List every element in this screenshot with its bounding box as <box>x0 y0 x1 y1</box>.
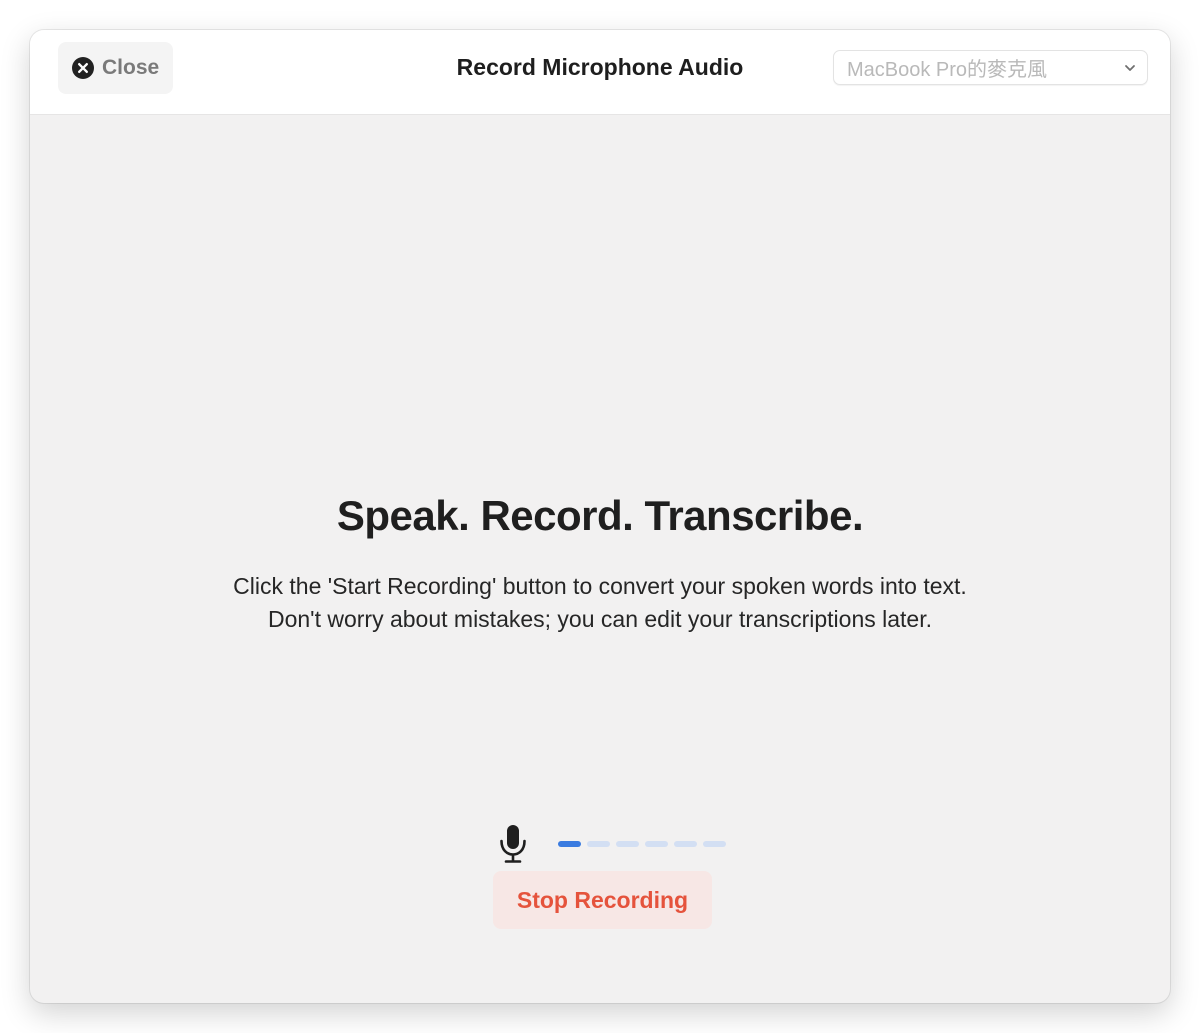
device-selected-value: MacBook Pro的麥克風 <box>847 59 1048 81</box>
level-segment <box>587 841 610 847</box>
microphone-icon <box>500 825 526 863</box>
title-bar: Close Record Microphone Audio MacBook Pr… <box>30 30 1170 115</box>
description: Click the 'Start Recording' button to co… <box>30 570 1170 636</box>
recorder-window: Close Record Microphone Audio MacBook Pr… <box>30 30 1170 1003</box>
level-segment <box>703 841 726 847</box>
level-bar <box>558 841 732 847</box>
level-segment <box>558 841 581 847</box>
stop-recording-label: Stop Recording <box>516 886 689 913</box>
description-line-2: Don't worry about mistakes; you can edit… <box>267 606 933 632</box>
input-level-meter <box>498 822 732 866</box>
microphone-device-select[interactable]: MacBook Pro的麥克風 <box>833 50 1148 85</box>
level-segment <box>645 841 668 847</box>
level-segment <box>616 841 639 847</box>
level-segment <box>674 841 697 847</box>
description-line-1: Click the 'Start Recording' button to co… <box>233 573 967 599</box>
stop-recording-button[interactable]: Stop Recording <box>493 871 712 929</box>
headline: Speak. Record. Transcribe. <box>336 492 864 539</box>
chevron-down-icon <box>1125 64 1135 71</box>
